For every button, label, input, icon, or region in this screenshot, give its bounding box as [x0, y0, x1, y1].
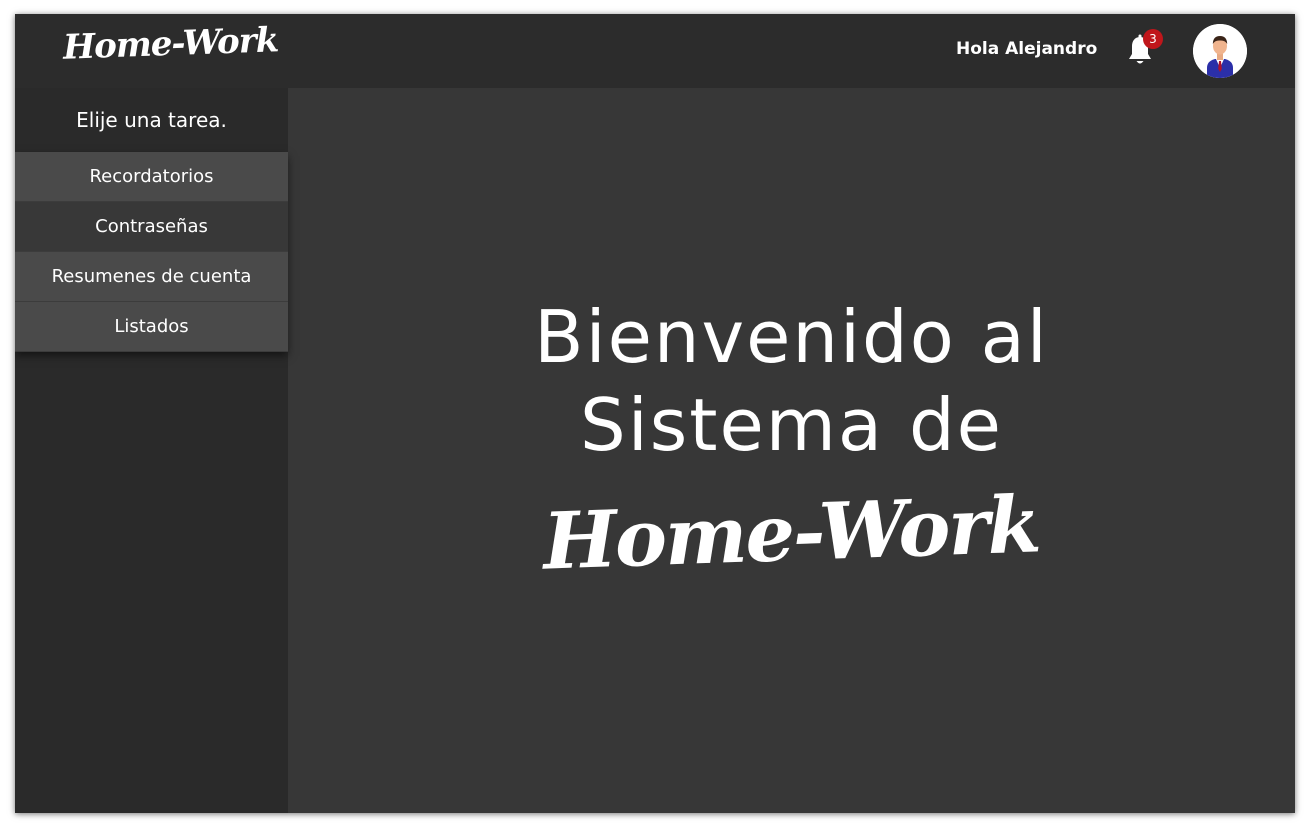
welcome-panel: Bienvenido al Sistema de Home-Work — [288, 88, 1295, 813]
user-avatar-icon — [1193, 24, 1247, 78]
sidebar-title: Elije una tarea. — [15, 88, 288, 152]
sidebar-item-contrasenas[interactable]: Contraseñas — [15, 202, 288, 252]
sidebar-item-resumenes-de-cuenta[interactable]: Resumenes de cuenta — [15, 252, 288, 302]
sidebar-item-recordatorios[interactable]: Recordatorios — [15, 152, 288, 202]
user-greeting: Hola Alejandro — [956, 39, 1098, 59]
welcome-logo-text: Home-Work — [541, 479, 1042, 588]
sidebar: Elije una tarea. Recordatorios Contraseñ… — [15, 88, 288, 813]
app-window: Home-Work Hola Alejandro 3 Elije una tar… — [15, 14, 1295, 813]
app-logo[interactable]: Home-Work — [62, 20, 278, 67]
notification-badge[interactable]: 3 — [1143, 29, 1163, 49]
welcome-heading-line2: Sistema de — [580, 383, 1003, 467]
top-bar: Home-Work Hola Alejandro 3 — [15, 14, 1295, 88]
welcome-logo: Home-Work — [288, 479, 1295, 587]
user-avatar[interactable] — [1193, 24, 1247, 78]
task-menu: Recordatorios Contraseñas Resumenes de c… — [15, 152, 288, 352]
welcome-heading-line1: Bienvenido al — [534, 295, 1049, 379]
sidebar-item-listados[interactable]: Listados — [15, 302, 288, 352]
